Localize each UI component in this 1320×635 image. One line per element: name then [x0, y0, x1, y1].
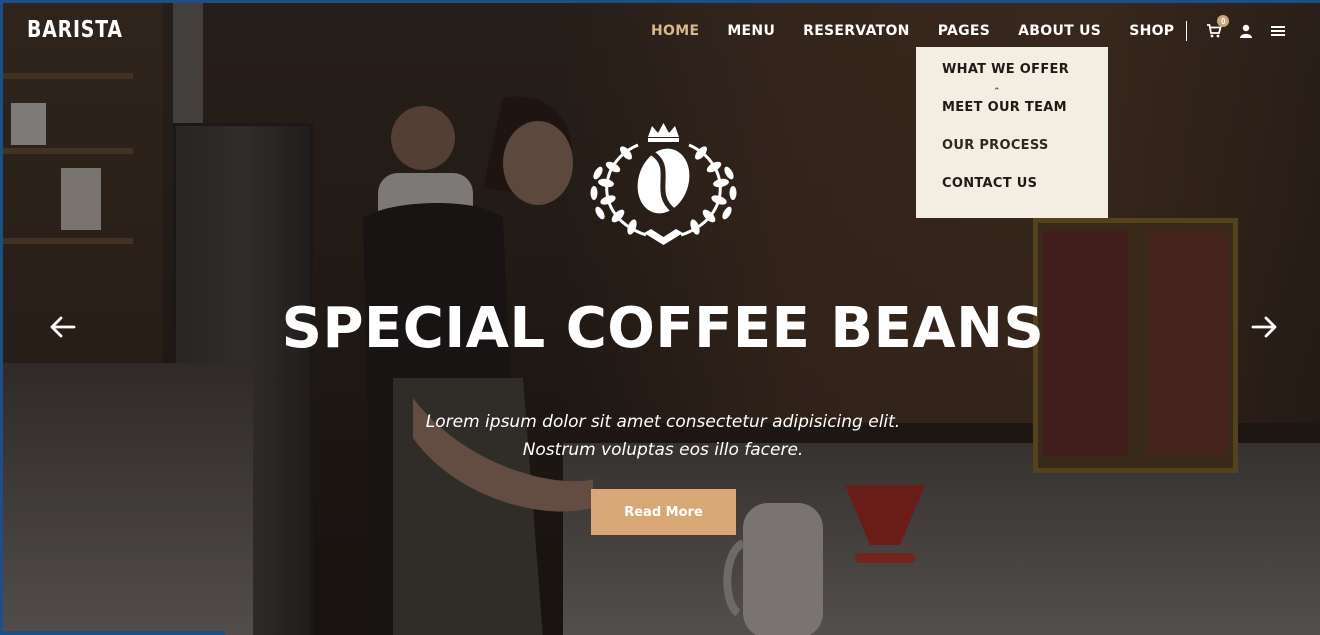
user-icon[interactable] [1237, 22, 1255, 40]
dropdown-item-meet-our-team[interactable]: MEET OUR TEAM [916, 99, 1108, 137]
mouse-cursor-icon: ⌃ [993, 86, 1001, 96]
cart-icon[interactable]: 0 [1205, 15, 1230, 40]
nav-divider [1186, 21, 1188, 41]
nav-item-about-us[interactable]: ABOUT US [1018, 23, 1101, 39]
cart-count-badge: 0 [1217, 15, 1230, 27]
coffee-bean-laurel-icon [590, 123, 737, 245]
arrow-right-icon[interactable] [1249, 314, 1279, 340]
dropdown-item-what-we-offer[interactable]: WHAT WE OFFER [916, 61, 1108, 99]
main-nav: HOME MENU RESERVATON PAGES ABOUT US SHOP… [651, 15, 1301, 41]
nav-item-shop[interactable]: SHOP [1129, 23, 1174, 39]
hero-subtitle: Lorem ipsum dolor sit amet consectetur a… [3, 408, 1320, 464]
read-more-button[interactable]: Read More [591, 489, 736, 535]
nav-item-home[interactable]: HOME [651, 23, 699, 39]
dropdown-item-contact-us[interactable]: CONTACT US [916, 175, 1108, 213]
nav-item-menu[interactable]: MENU [727, 23, 775, 39]
pages-dropdown: WHAT WE OFFER MEET OUR TEAM OUR PROCESS … [916, 47, 1108, 218]
arrow-left-icon[interactable] [48, 314, 78, 340]
dropdown-item-our-process[interactable]: OUR PROCESS [916, 137, 1108, 175]
nav-item-reservation[interactable]: RESERVATON [803, 23, 910, 39]
hero-subtitle-line-1: Lorem ipsum dolor sit amet consectetur a… [425, 412, 901, 432]
nav-item-pages[interactable]: PAGES [938, 23, 990, 39]
hero-title: SPECIAL COFFEE BEANS [281, 296, 1045, 361]
window-edge-strip [3, 631, 225, 635]
site-logo[interactable]: BARISTA [27, 17, 123, 43]
hero-subtitle-line-2: Nostrum voluptas eos illo facere. [522, 440, 804, 460]
menu-icon[interactable] [1269, 22, 1287, 40]
